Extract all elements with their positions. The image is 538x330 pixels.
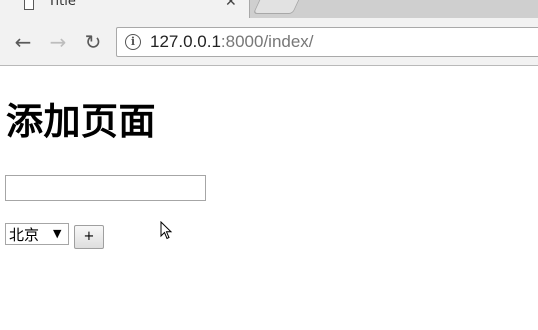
address-bar[interactable]: i 127.0.0.1:8000/index/ xyxy=(116,27,538,57)
city-select[interactable]: 北京 ▼ xyxy=(5,223,69,245)
tab-title: Title xyxy=(48,0,76,9)
arrow-left-icon[interactable]: ← xyxy=(11,30,35,54)
info-icon[interactable]: i xyxy=(125,34,141,50)
url-text[interactable]: 127.0.0.1:8000/index/ xyxy=(150,32,314,52)
chevron-down-icon: ▼ xyxy=(53,227,62,240)
add-button[interactable]: + xyxy=(74,225,104,249)
text-input[interactable] xyxy=(5,175,206,201)
reload-icon[interactable]: ↻ xyxy=(81,30,105,54)
url-host: 127.0.0.1 xyxy=(150,32,221,51)
browser-toolbar: ← → ↻ i 127.0.0.1:8000/index/ xyxy=(0,18,538,66)
url-path: :8000/index/ xyxy=(220,32,314,51)
city-select-value: 北京 xyxy=(9,226,40,244)
page-content: 添加页面 北京 ▼ + xyxy=(0,67,538,330)
close-icon[interactable]: ✕ xyxy=(225,0,237,10)
page-icon xyxy=(24,0,34,10)
mouse-cursor-icon xyxy=(160,221,173,240)
tab-strip: Title ✕ xyxy=(0,0,538,18)
browser-tab[interactable]: Title ✕ xyxy=(0,0,250,18)
page-title: 添加页面 xyxy=(6,100,156,143)
new-tab-button[interactable] xyxy=(252,0,300,14)
arrow-right-icon[interactable]: → xyxy=(46,30,70,54)
